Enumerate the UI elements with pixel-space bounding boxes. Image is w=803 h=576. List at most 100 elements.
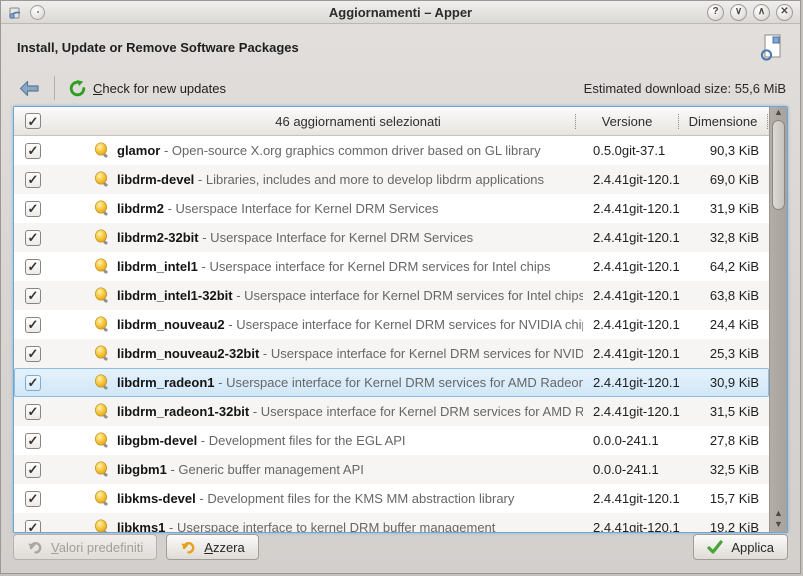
row-checkbox[interactable]: ✓ <box>25 201 41 217</box>
table-row[interactable]: ✓ libdrm_nouveau2 - Userspace inter <box>14 310 769 339</box>
row-checkbox[interactable]: ✓ <box>25 143 41 159</box>
back-button[interactable] <box>15 78 44 99</box>
package-update-icon <box>94 490 110 507</box>
scrollbar[interactable]: ▲ ▲ ▼ <box>769 107 787 532</box>
package-description: - Userspace interface for Kernel DRM ser… <box>233 288 583 303</box>
package-description: - Generic buffer management API <box>167 462 364 477</box>
row-checkbox[interactable]: ✓ <box>25 520 41 533</box>
package-update-icon <box>94 519 110 532</box>
package-description: - Userspace interface for Kernel DRM ser… <box>215 375 583 390</box>
package-update-icon <box>94 200 110 217</box>
reset-label: Azzera <box>204 540 244 555</box>
table-row[interactable]: ✓ libdrm_nouveau2-32bit - Userspace <box>14 339 769 368</box>
scroll-down-icon[interactable]: ▼ <box>774 519 783 530</box>
check-updates-button[interactable]: Check for new updates <box>65 78 230 99</box>
package-version: 2.4.41git-120.1 <box>583 404 683 419</box>
row-checkbox[interactable]: ✓ <box>25 491 41 507</box>
package-size: 69,0 KiB <box>683 172 769 187</box>
page-title: Install, Update or Remove Software Packa… <box>17 40 299 55</box>
package-version: 2.4.41git-120.1 <box>583 201 683 216</box>
table-row[interactable]: ✓ libgbm1 - Generic buffer manageme <box>14 455 769 484</box>
row-checkbox[interactable]: ✓ <box>25 433 41 449</box>
column-separator[interactable] <box>575 114 576 129</box>
table-row[interactable]: ✓ libdrm2-32bit - Userspace Interfa <box>14 223 769 252</box>
package-version: 2.4.41git-120.1 <box>583 259 683 274</box>
package-update-icon <box>94 258 110 275</box>
row-checkbox[interactable]: ✓ <box>25 404 41 420</box>
package-description: - Userspace interface for Kernel DRM ser… <box>198 259 551 274</box>
package-version: 2.4.41git-120.1 <box>583 520 683 532</box>
apply-button[interactable]: Applica <box>693 534 788 560</box>
package-size: 32,5 KiB <box>683 462 769 477</box>
column-separator[interactable] <box>678 114 679 129</box>
package-size: 19,2 KiB <box>683 520 769 532</box>
table-row[interactable]: ✓ libkms-devel - Development files <box>14 484 769 513</box>
table-row[interactable]: ✓ glamor - Open-source X.org graphi <box>14 136 769 165</box>
minimize-button[interactable]: ∨ <box>730 4 747 21</box>
package-update-icon <box>94 461 110 478</box>
row-checkbox[interactable]: ✓ <box>25 462 41 478</box>
scrollbar-thumb[interactable] <box>772 120 785 210</box>
help-button[interactable]: ? <box>707 4 724 21</box>
apper-settings-icon <box>759 33 784 62</box>
row-checkbox[interactable]: ✓ <box>25 259 41 275</box>
toolbar-separator <box>54 76 55 100</box>
column-header-selected[interactable]: 46 aggiornamenti selezionati <box>52 114 574 129</box>
package-version: 2.4.41git-120.1 <box>583 288 683 303</box>
apply-label: Applica <box>731 540 774 555</box>
defaults-button[interactable]: Valori predefiniti <box>13 534 157 560</box>
package-update-icon <box>94 229 110 246</box>
maximize-button[interactable]: ∧ <box>753 4 770 21</box>
table-row[interactable]: ✓ libgbm-devel - Development files <box>14 426 769 455</box>
package-name: libdrm_nouveau2-32bit <box>117 346 259 361</box>
column-header-size[interactable]: Dimensione <box>680 114 766 129</box>
table-row[interactable]: ✓ libdrm_intel1-32bit - Userspace i <box>14 281 769 310</box>
scroll-up-icon[interactable]: ▲ <box>774 107 783 118</box>
package-version: 2.4.41git-120.1 <box>583 317 683 332</box>
row-checkbox[interactable]: ✓ <box>25 375 41 391</box>
package-name: libdrm_intel1-32bit <box>117 288 233 303</box>
app-icon <box>8 5 23 20</box>
row-checkbox[interactable]: ✓ <box>25 317 41 333</box>
package-size: 32,8 KiB <box>683 230 769 245</box>
keep-above-button[interactable] <box>30 5 45 20</box>
package-description: - Userspace interface for Kernel DRM ser… <box>225 317 583 332</box>
package-update-icon <box>94 142 110 159</box>
package-size: 30,9 KiB <box>683 375 769 390</box>
package-name: libdrm_radeon1-32bit <box>117 404 249 419</box>
package-name: glamor <box>117 143 160 158</box>
row-checkbox[interactable]: ✓ <box>25 172 41 188</box>
table-row[interactable]: ✓ libkms1 - Userspace interface to <box>14 513 769 532</box>
table-row[interactable]: ✓ libdrm-devel - Libraries, include <box>14 165 769 194</box>
package-version: 2.4.41git-120.1 <box>583 172 683 187</box>
close-button[interactable]: ✕ <box>776 4 793 21</box>
package-update-icon <box>94 432 110 449</box>
package-description: - Userspace interface to kernel DRM buff… <box>165 520 495 532</box>
package-size: 27,8 KiB <box>683 433 769 448</box>
table-row[interactable]: ✓ libdrm_radeon1 - Userspace interf <box>14 368 769 397</box>
column-separator[interactable] <box>767 114 768 129</box>
download-size-label: Estimated download size: 55,6 MiB <box>584 81 786 96</box>
titlebar[interactable]: Aggiornamenti – Apper ? ∨ ∧ ✕ <box>1 1 800 24</box>
reset-button[interactable]: Azzera <box>166 534 258 560</box>
table-row[interactable]: ✓ libdrm_radeon1-32bit - Userspace <box>14 397 769 426</box>
row-checkbox[interactable]: ✓ <box>25 288 41 304</box>
package-name: libdrm_radeon1 <box>117 375 215 390</box>
package-size: 31,9 KiB <box>683 201 769 216</box>
table-row[interactable]: ✓ libdrm_intel1 - Userspace interfa <box>14 252 769 281</box>
column-header-version[interactable]: Versione <box>577 114 677 129</box>
row-checkbox[interactable]: ✓ <box>25 230 41 246</box>
package-size: 24,4 KiB <box>683 317 769 332</box>
toolbar: Check for new updates Estimated download… <box>1 71 800 105</box>
row-checkbox[interactable]: ✓ <box>25 346 41 362</box>
package-update-icon <box>94 403 110 420</box>
back-arrow-icon <box>19 80 40 97</box>
package-version: 0.5.0git-37.1 <box>583 143 683 158</box>
package-name: libdrm-devel <box>117 172 194 187</box>
defaults-label: Valori predefiniti <box>51 540 143 555</box>
select-all-checkbox[interactable]: ✓ <box>25 113 41 129</box>
package-name: libdrm2 <box>117 201 164 216</box>
table-row[interactable]: ✓ libdrm2 - Userspace Interface for <box>14 194 769 223</box>
updates-list: ✓ 46 aggiornamenti selezionati Versione … <box>13 106 788 533</box>
scroll-up-icon[interactable]: ▲ <box>774 508 783 519</box>
